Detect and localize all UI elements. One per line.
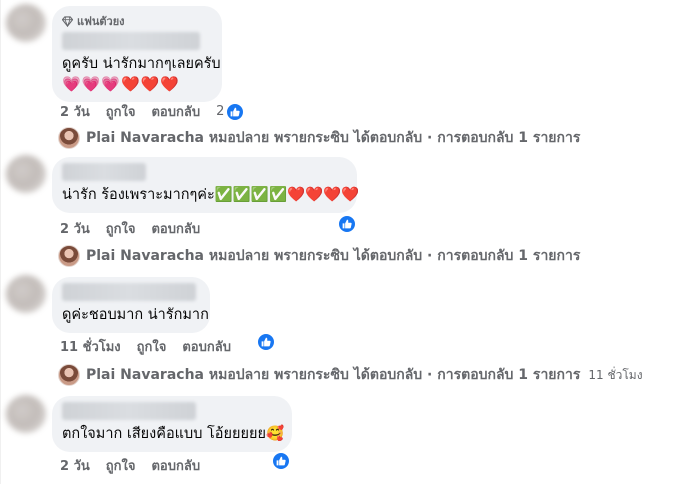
like-button[interactable]: ถูกใจ (106, 218, 136, 239)
reply-time: 11 ชั่วโมง (588, 367, 643, 382)
comment-text: น่ารัก ร้องเพราะมากๆค่ะ✅✅✅✅❤️❤️❤️❤️ (62, 187, 360, 203)
commenter-name[interactable] (62, 283, 196, 301)
reply-summary[interactable]: Plai Navaracha หมอปลาย พรายกระซิบ ได้ตอบ… (58, 364, 643, 386)
comment-actions: 2 วัน ถูกใจ ตอบกลับ (60, 455, 200, 476)
reply-button[interactable]: ตอบกลับ (151, 218, 200, 239)
reply-summary[interactable]: Plai Navaracha หมอปลาย พรายกระซิบ ได้ตอบ… (58, 245, 580, 267)
reply-summary-text[interactable]: Plai Navaracha หมอปลาย พรายกระซิบ ได้ตอบ… (86, 364, 580, 386)
avatar[interactable] (6, 155, 46, 193)
comment-bubble: แฟนตัวยง ดูครับ น่ารักมากๆเลยครับ 💗💗💗❤️❤… (52, 6, 222, 102)
reply-summary[interactable]: Plai Navaracha หมอปลาย พรายกระซิบ ได้ตอบ… (58, 127, 580, 149)
reply-button[interactable]: ตอบกลับ (151, 455, 200, 476)
avatar[interactable] (6, 395, 46, 433)
thumbs-up-icon[interactable] (272, 452, 290, 470)
comment-time[interactable]: 2 วัน (60, 218, 90, 239)
avatar[interactable] (6, 275, 46, 313)
thumbs-up-icon (226, 102, 245, 121)
thumbs-up-icon[interactable] (257, 333, 275, 351)
avatar[interactable] (6, 4, 46, 42)
page-avatar (58, 364, 80, 386)
comment-bubble: ดูค่ะชอบมาก น่ารักมาก (52, 277, 210, 333)
reply-button[interactable]: ตอบกลับ (151, 101, 200, 122)
like-button[interactable]: ถูกใจ (106, 455, 136, 476)
commenter-name[interactable] (62, 32, 200, 50)
fan-badge-label: แฟนตัวยง (77, 15, 125, 28)
comment-actions: 11 ชั่วโมง ถูกใจ ตอบกลับ (60, 336, 231, 357)
commenter-name[interactable] (62, 163, 146, 181)
like-button[interactable]: ถูกใจ (137, 336, 167, 357)
like-button[interactable]: ถูกใจ (106, 101, 136, 122)
reply-summary-text[interactable]: Plai Navaracha หมอปลาย พรายกระซิบ ได้ตอบ… (86, 245, 580, 267)
comment-time[interactable]: 2 วัน (60, 455, 90, 476)
reply-summary-text[interactable]: Plai Navaracha หมอปลาย พรายกระซิบ ได้ตอบ… (86, 127, 580, 149)
comment-bubble: ตกใจมาก เสียงคือแบบ โอ้ยยยยย🥰 (52, 396, 292, 452)
comment-actions: 2 วัน ถูกใจ ตอบกลับ 2 (60, 101, 245, 122)
commenter-name[interactable] (62, 402, 196, 420)
comment-bubble: น่ารัก ร้องเพราะมากๆค่ะ✅✅✅✅❤️❤️❤️❤️ (52, 157, 360, 213)
comment-actions: 2 วัน ถูกใจ ตอบกลับ (60, 218, 200, 239)
fan-badge: แฟนตัวยง (62, 12, 210, 30)
comment-text: ดูครับ น่ารักมากๆเลยครับ (62, 56, 221, 72)
diamond-icon (62, 15, 73, 27)
page-avatar (58, 127, 80, 149)
comment-text: ตกใจมาก เสียงคือแบบ โอ้ยยยยย🥰 (62, 426, 285, 442)
page-avatar (58, 245, 80, 267)
reaction-count-number: 2 (216, 104, 225, 119)
comment-emojis: 💗💗💗❤️❤️❤️ (62, 75, 181, 93)
reply-button[interactable]: ตอบกลับ (182, 336, 231, 357)
comment-time[interactable]: 2 วัน (60, 101, 90, 122)
comment-time[interactable]: 11 ชั่วโมง (60, 336, 121, 357)
comment-text: ดูค่ะชอบมาก น่ารักมาก (62, 307, 209, 323)
left-edge (0, 0, 1, 484)
thumbs-up-icon[interactable] (338, 215, 356, 233)
reaction-count[interactable]: 2 (216, 102, 245, 121)
